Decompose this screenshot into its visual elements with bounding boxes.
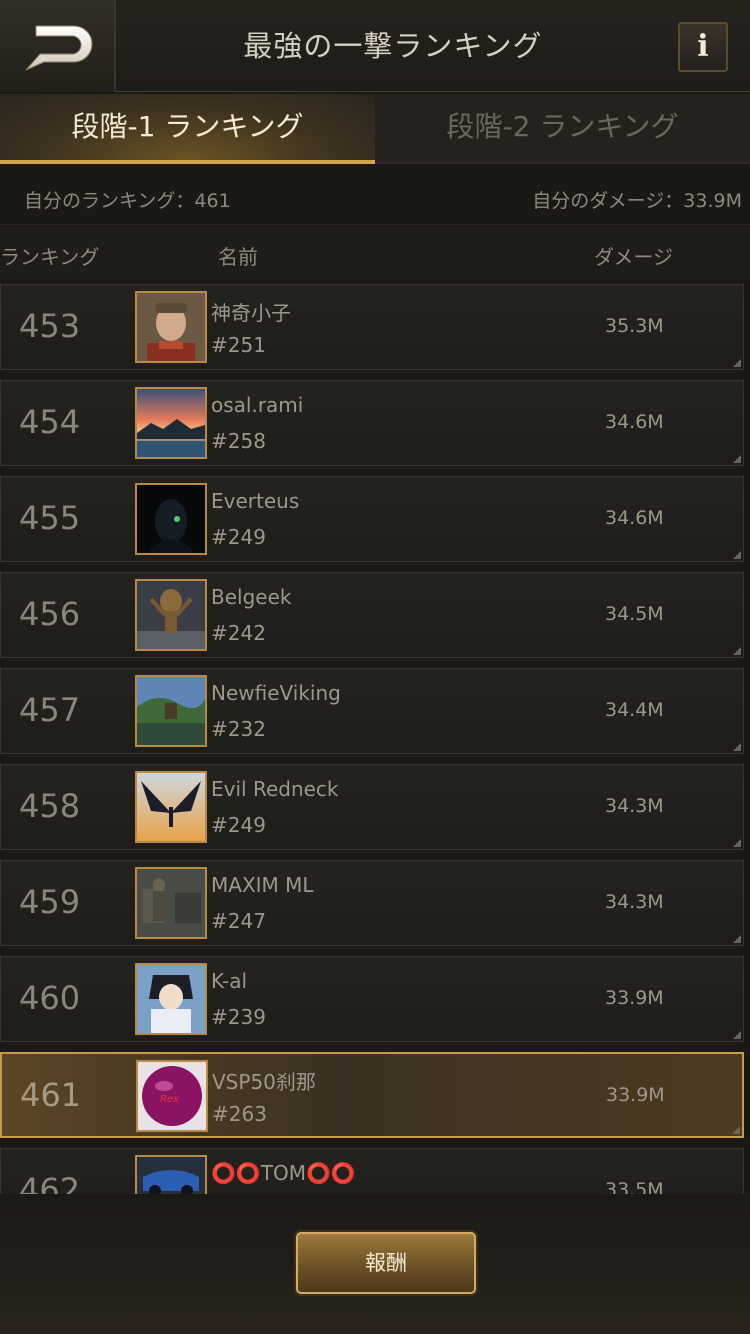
player-damage: 35.3M [605, 315, 664, 337]
reward-button[interactable]: 報酬 [296, 1232, 476, 1294]
rank-number: 455 [19, 499, 81, 537]
avatar[interactable] [135, 483, 207, 555]
player-name: Evil Redneck [211, 777, 339, 801]
top-bar: 最強の一撃ランキング i [0, 0, 750, 92]
player-damage: 33.9M [605, 987, 664, 1009]
ranking-row[interactable]: 458 Evil Redneck #249 34.3M [0, 764, 744, 850]
rank-number: 453 [19, 307, 81, 345]
ranking-row[interactable]: 460 K-al #239 33.9M [0, 956, 744, 1042]
tab-stage-2-ranking[interactable]: 段階-2 ランキング [375, 94, 750, 164]
player-damage: 34.3M [605, 891, 664, 913]
name-main: TOM [260, 1161, 307, 1185]
ranking-row-self[interactable]: 461 Rex VSP50刹那 #263 33.9M [0, 1052, 744, 1138]
player-name: Everteus [211, 489, 300, 513]
rank-number: 460 [19, 979, 81, 1017]
rank-number: 454 [19, 403, 81, 441]
rank-number: 462 [19, 1171, 81, 1194]
player-server: #263 [212, 1102, 267, 1126]
page-title: 最強の一撃ランキング [243, 29, 543, 63]
info-button[interactable]: i [678, 22, 728, 72]
stage-tabs: 段階-1 ランキング 段階-2 ランキング [0, 94, 750, 164]
rank-number: 461 [20, 1076, 82, 1114]
ranking-row[interactable]: 457 NewfieViking #232 34.4M [0, 668, 744, 754]
player-server: #258 [211, 429, 266, 453]
rank-number: 459 [19, 883, 81, 921]
column-headers: ランキング 名前 ダメージ [0, 224, 750, 280]
row-corner-mark [733, 1031, 741, 1039]
player-damage: 33.5M [605, 1179, 664, 1194]
column-header-damage: ダメージ [594, 245, 673, 269]
player-name: ⭕⭕TOM⭕⭕ [211, 1161, 356, 1185]
player-name: MAXIM ML [211, 873, 314, 897]
column-header-rank: ランキング [0, 245, 100, 269]
rank-number: 458 [19, 787, 81, 825]
row-corner-mark [733, 455, 741, 463]
row-corner-mark [733, 839, 741, 847]
avatar[interactable] [135, 771, 207, 843]
player-server: #251 [211, 333, 266, 357]
player-damage: 34.4M [605, 699, 664, 721]
rank-number: 456 [19, 595, 81, 633]
player-server: #249 [211, 525, 266, 549]
ranking-row[interactable]: 456 Belgeek #242 34.5M [0, 572, 744, 658]
row-corner-mark [733, 647, 741, 655]
ranking-row[interactable]: 462 ⭕⭕TOM⭕⭕ 33.5M [0, 1148, 744, 1194]
avatar[interactable] [135, 675, 207, 747]
avatar[interactable] [135, 1155, 207, 1194]
ranking-row[interactable]: 455 Everteus #249 34.6M [0, 476, 744, 562]
back-arrow-icon [25, 25, 93, 71]
player-damage: 34.5M [605, 603, 664, 625]
row-corner-mark [733, 359, 741, 367]
player-name: K-al [211, 969, 248, 993]
bottom-bar: 報酬 [0, 1194, 750, 1334]
player-server: #239 [211, 1005, 266, 1029]
avatar[interactable] [135, 963, 207, 1035]
self-summary: 自分のランキング：461 自分のダメージ：33.9M [0, 172, 750, 224]
player-server: #249 [211, 813, 266, 837]
ranking-list[interactable]: 453 神奇小子 #251 35.3M 454 osal.rami #258 3… [0, 284, 750, 1194]
ranking-row[interactable]: 454 osal.rami #258 34.6M [0, 380, 744, 466]
player-server: #232 [211, 717, 266, 741]
svg-text:Rex: Rex [160, 1094, 179, 1105]
player-name: Belgeek [211, 585, 292, 609]
back-button[interactable] [0, 0, 116, 92]
tab-stage-1-ranking[interactable]: 段階-1 ランキング [0, 94, 375, 164]
ranking-row[interactable]: 459 MAXIM ML #247 34.3M [0, 860, 744, 946]
player-damage: 34.6M [605, 411, 664, 433]
self-damage-text: 自分のダメージ：33.9M [532, 190, 742, 212]
self-rank-text: 自分のランキング：461 [24, 190, 231, 212]
avatar[interactable] [135, 387, 207, 459]
column-header-name: 名前 [218, 245, 258, 269]
row-corner-mark [733, 551, 741, 559]
name-prefix: ⭕⭕ [211, 1161, 261, 1185]
rank-number: 457 [19, 691, 81, 729]
player-damage: 34.6M [605, 507, 664, 529]
avatar[interactable] [135, 291, 207, 363]
player-name: VSP50刹那 [212, 1070, 316, 1094]
player-name: osal.rami [211, 393, 304, 417]
row-corner-mark [733, 743, 741, 751]
row-corner-mark [733, 935, 741, 943]
avatar[interactable]: Rex [136, 1060, 208, 1132]
player-name: NewfieViking [211, 681, 341, 705]
player-server: #247 [211, 909, 266, 933]
avatar[interactable] [135, 867, 207, 939]
player-name: 神奇小子 [211, 301, 291, 325]
row-corner-mark [732, 1126, 740, 1134]
ranking-row[interactable]: 453 神奇小子 #251 35.3M [0, 284, 744, 370]
name-suffix: ⭕⭕ [306, 1161, 356, 1185]
avatar[interactable] [135, 579, 207, 651]
player-server: #242 [211, 621, 266, 645]
player-damage: 34.3M [605, 795, 664, 817]
player-damage: 33.9M [606, 1084, 665, 1106]
